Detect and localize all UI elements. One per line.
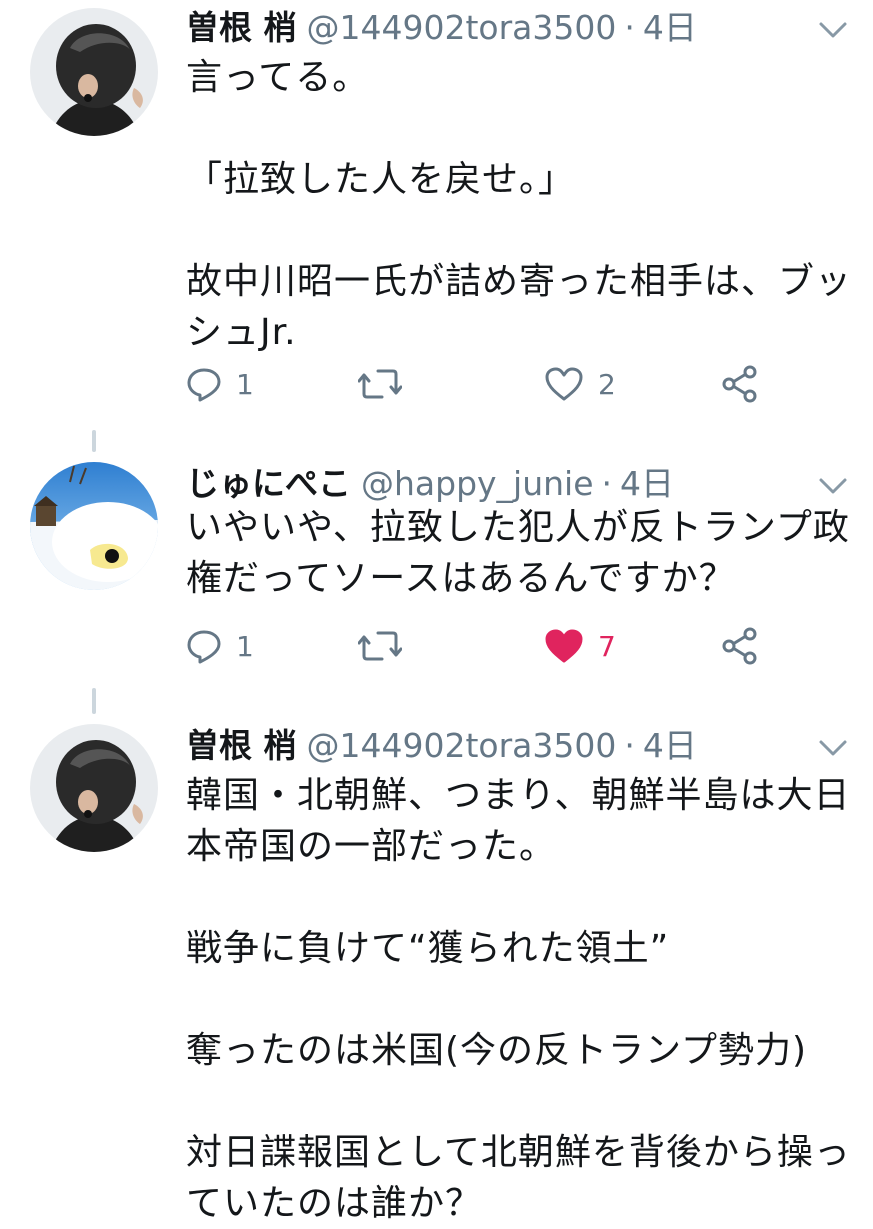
tweet-text: いやいや、拉致した犯人が反トランプ政 権だってソースはあるんですか？ [186,502,853,604]
thread-connector [92,688,96,714]
tweet-line: 故中川昭一氏が詰め寄った相手は、ブッ [186,261,853,302]
tweet-header: 曽根 梢 @144902tora3500 · 4日 [186,6,813,50]
retweet-button[interactable] [358,362,402,406]
tweet-actions: 1 2 [186,362,786,406]
tweet-line: 韓国・北朝鮮、つまり、朝鮮半島は大日 [186,775,851,816]
retweet-icon [358,369,402,399]
reply-button[interactable]: 1 [186,362,254,406]
like-count: 2 [598,367,616,401]
avatar-image [30,8,158,136]
reply-count: 1 [236,629,254,663]
timestamp[interactable]: 4日 [620,462,674,506]
reply-icon [187,630,221,664]
tweet-line: いやいや、拉致した犯人が反トランプ政 [186,507,850,548]
tweet-line: シュJr. [186,312,297,353]
tweet-line: 奪ったのは米国(今の反トランプ勢力) [186,1030,808,1071]
avatar[interactable] [30,8,158,136]
display-name[interactable]: 曽根 梢 [186,724,297,768]
retweet-button[interactable] [358,624,402,668]
share-button[interactable] [720,362,760,406]
tweet-line: 対日諜報国として北朝鮮を背後から操っ [186,1132,851,1173]
timestamp[interactable]: 4日 [643,6,697,50]
avatar-image [30,462,158,590]
share-icon [722,365,757,403]
user-handle[interactable]: @144902tora3500 [307,724,617,768]
reply-count: 1 [236,367,254,401]
like-icon [545,367,583,401]
tweet-line: 権だってソースはあるんですか？ [186,558,736,599]
tweet-line: 「拉致した人を戻せ。」 [186,159,576,200]
like-count: 7 [598,629,616,663]
tweet-text: 韓国・北朝鮮、つまり、朝鮮半島は大日 本帝国の一部だった。 戦争に負けて“獲られ… [186,770,853,1229]
reply-icon [187,368,221,402]
user-handle[interactable]: @144902tora3500 [307,6,617,50]
tweet-line [186,205,853,256]
like-icon [545,629,583,663]
tweet[interactable]: 曽根 梢 @144902tora3500 · 4日 韓国・北朝鮮、つまり、朝鮮半… [0,714,873,1224]
tweet-header: 曽根 梢 @144902tora3500 · 4日 [186,724,813,768]
share-icon [722,627,757,665]
tweet-line: 言ってる。 [186,57,370,98]
separator-dot: · [624,726,635,765]
chevron-down-icon[interactable] [817,18,849,42]
share-button[interactable] [720,624,760,668]
tweet-line [186,974,853,1025]
display-name[interactable]: じゅにぺこ [186,462,351,506]
chevron-down-icon[interactable] [817,474,849,498]
tweet-line [186,1076,853,1127]
avatar[interactable] [30,724,158,852]
tweet-line [186,103,853,154]
display-name[interactable]: 曽根 梢 [186,6,297,50]
tweet-text: 言ってる。 「拉致した人を戻せ。」 故中川昭一氏が詰め寄った相手は、ブッ シュJ… [186,52,853,358]
tweet-header: じゅにぺこ @happy_junie · 4日 [186,462,813,506]
tweet[interactable]: 曽根 梢 @144902tora3500 · 4日 言ってる。 「拉致した人を戻… [0,0,873,420]
thread-connector [92,430,96,452]
tweet-line: 本帝国の一部だった。 [186,826,557,867]
avatar-image [30,724,158,852]
tweet-line: 戦争に負けて“獲られた領土” [186,928,670,969]
tweet-line [186,872,853,923]
retweet-icon [358,631,402,661]
like-button[interactable]: 7 [544,624,616,668]
like-button[interactable]: 2 [544,362,616,406]
separator-dot: · [601,464,613,503]
tweet[interactable]: じゅにぺこ @happy_junie · 4日 いやいや、拉致した犯人が反トラン… [0,452,873,688]
chevron-down-icon[interactable] [817,736,849,760]
separator-dot: · [624,8,635,47]
avatar[interactable] [30,462,158,590]
tweet-line: ていたのは誰か？ [186,1183,483,1224]
timestamp[interactable]: 4日 [643,724,697,768]
tweet-actions: 1 7 [186,624,786,668]
reply-button[interactable]: 1 [186,624,254,668]
user-handle[interactable]: @happy_junie [361,462,594,506]
